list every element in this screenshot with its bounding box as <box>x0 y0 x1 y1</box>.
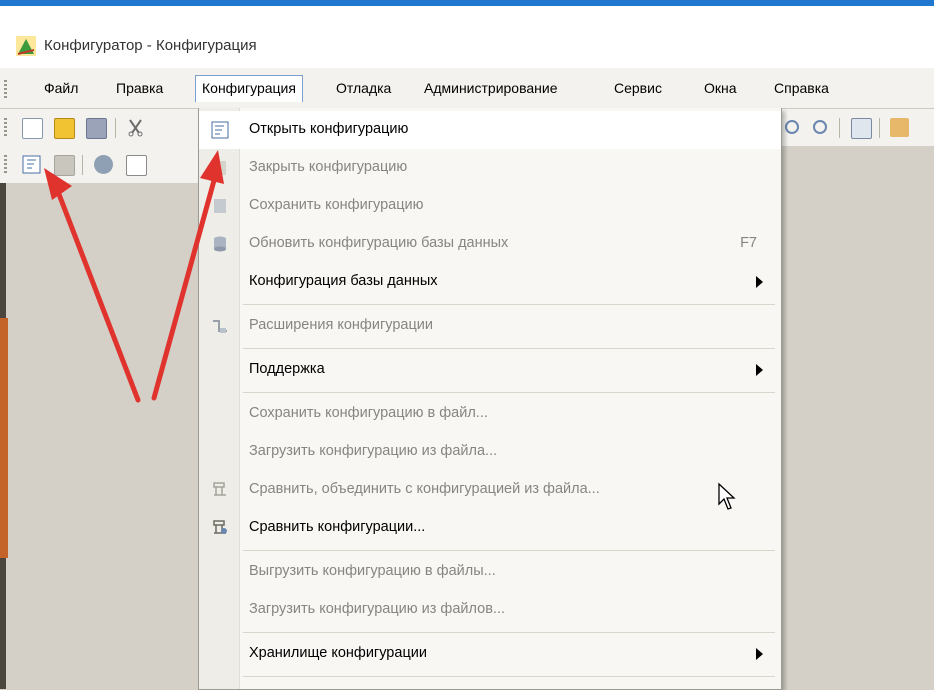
mouse-pointer-icon <box>718 482 736 510</box>
annotation-arrow-left <box>44 168 141 403</box>
annotation-arrow-right <box>151 150 224 401</box>
annotation-arrows <box>44 150 224 403</box>
